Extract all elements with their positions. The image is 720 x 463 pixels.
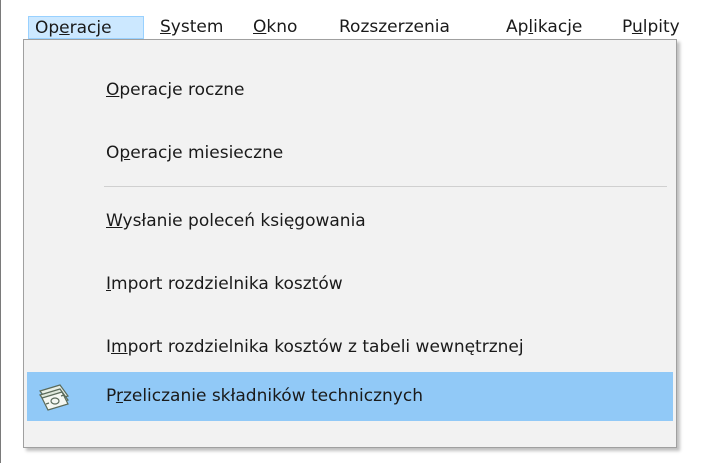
menu-aplikacje-label: Aplikacje — [506, 17, 583, 37]
menu-item-label: Operacje miesieczne — [106, 143, 284, 163]
menu-system-label: System — [160, 17, 224, 37]
menu-item-import-rozdzielnika[interactable]: Import rozdzielnika kosztów — [27, 260, 673, 309]
menu-system[interactable]: System — [154, 16, 229, 39]
menu-item-label: Import rozdzielnika kosztów z tabeli wew… — [106, 337, 524, 357]
menu-pulpity[interactable]: Pulpity — [616, 16, 686, 39]
operacje-dropdown-menu: Operacje roczne Operacje miesieczne Wysł… — [23, 39, 677, 448]
window-border — [0, 0, 1, 463]
menu-rozszerzenia[interactable]: Rozszerzenia — [333, 16, 456, 39]
menu-operacje[interactable]: Operacje — [28, 16, 144, 39]
menu-operacje-label: Operacje — [35, 18, 112, 38]
menu-item-label: Import rozdzielnika kosztów — [106, 274, 343, 294]
menu-rozszerzenia-label: Rozszerzenia — [339, 17, 450, 37]
menu-item-import-z-tabeli[interactable]: Import rozdzielnika kosztów z tabeli wew… — [27, 323, 673, 372]
menu-item-operacje-miesieczne[interactable]: Operacje miesieczne — [27, 129, 673, 178]
menu-bar: Operacje System Okno Rozszerzenia Aplika… — [1, 0, 720, 39]
menu-item-label: Wysłanie poleceń księgowania — [106, 211, 366, 231]
money-stack-icon — [37, 382, 71, 412]
menu-okno-label: Okno — [253, 17, 298, 37]
menu-okno[interactable]: Okno — [247, 16, 303, 39]
menu-item-label: Operacje roczne — [106, 80, 245, 100]
menu-item-label: Przeliczanie składników technicznych — [106, 386, 423, 406]
menu-item-wyslanie-polecen[interactable]: Wysłanie poleceń księgowania — [27, 197, 673, 246]
menu-aplikacje[interactable]: Aplikacje — [500, 16, 588, 39]
application-window: Operacje System Okno Rozszerzenia Aplika… — [0, 0, 720, 463]
menu-separator — [104, 186, 667, 187]
menu-item-operacje-roczne[interactable]: Operacje roczne — [27, 66, 673, 115]
menu-item-przeliczanie-skladnikow[interactable]: Przeliczanie składników technicznych — [27, 372, 673, 421]
menu-pulpity-label: Pulpity — [622, 17, 680, 37]
